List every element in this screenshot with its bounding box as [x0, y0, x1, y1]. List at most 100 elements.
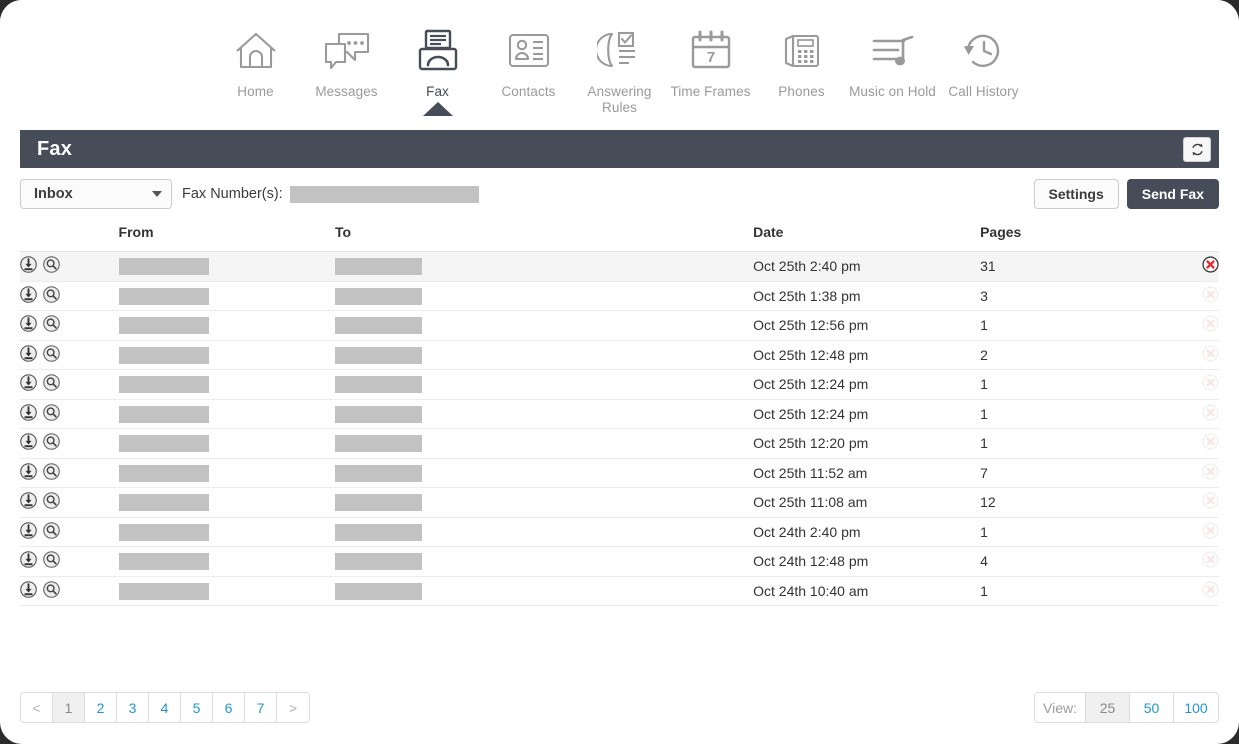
nav-item-fax[interactable]: Fax — [392, 24, 483, 100]
pagination-page-3[interactable]: 3 — [117, 693, 149, 722]
pagination-page-2[interactable]: 2 — [85, 693, 117, 722]
table-row[interactable]: Oct 24th 2:40 pm 1 — [20, 517, 1219, 547]
cell-date: Oct 25th 12:48 pm — [753, 340, 980, 370]
refresh-icon — [1190, 142, 1205, 157]
table-row[interactable]: Oct 24th 12:48 pm 4 — [20, 547, 1219, 577]
cell-date: Oct 24th 12:48 pm — [753, 547, 980, 577]
download-fax-button[interactable] — [20, 463, 37, 483]
nav-item-messages[interactable]: Messages — [301, 24, 392, 100]
pagination-next[interactable]: > — [277, 693, 309, 722]
view-fax-button[interactable] — [43, 256, 60, 276]
cell-pages: 4 — [980, 547, 1129, 577]
delete-icon — [1202, 345, 1219, 362]
table-row[interactable]: Oct 25th 11:52 am 7 — [20, 458, 1219, 488]
view-fax-button[interactable] — [43, 492, 60, 512]
delete-fax-button[interactable] — [1202, 286, 1219, 306]
cell-delete — [1129, 370, 1219, 400]
delete-fax-button[interactable] — [1202, 315, 1219, 335]
to-value-redacted — [335, 317, 422, 334]
view-fax-button[interactable] — [43, 374, 60, 394]
pagination-page-4[interactable]: 4 — [149, 693, 181, 722]
cell-pages: 1 — [980, 370, 1129, 400]
from-value-redacted — [119, 583, 209, 600]
table-row[interactable]: Oct 25th 12:24 pm 1 — [20, 399, 1219, 429]
download-fax-button[interactable] — [20, 374, 37, 394]
download-icon — [20, 581, 37, 598]
download-fax-button[interactable] — [20, 404, 37, 424]
download-fax-button[interactable] — [20, 345, 37, 365]
download-fax-button[interactable] — [20, 433, 37, 453]
view-fax-button[interactable] — [43, 522, 60, 542]
pagination-page-5[interactable]: 5 — [181, 693, 213, 722]
view-option-25: 25 — [1086, 693, 1130, 722]
table-row[interactable]: Oct 25th 11:08 am 12 — [20, 488, 1219, 518]
send-fax-button[interactable]: Send Fax — [1127, 179, 1219, 209]
delete-fax-button[interactable] — [1202, 433, 1219, 453]
view-fax-button[interactable] — [43, 315, 60, 335]
nav-item-time-frames[interactable]: 7Time Frames — [665, 24, 756, 100]
delete-fax-button[interactable] — [1202, 256, 1219, 276]
download-fax-button[interactable] — [20, 315, 37, 335]
download-fax-button[interactable] — [20, 522, 37, 542]
download-fax-button[interactable] — [20, 286, 37, 306]
cell-date: Oct 25th 2:40 pm — [753, 252, 980, 282]
view-fax-button[interactable] — [43, 463, 60, 483]
nav-item-contacts[interactable]: Contacts — [483, 24, 574, 100]
view-fax-button[interactable] — [43, 286, 60, 306]
from-value-redacted — [119, 553, 209, 570]
view-fax-button[interactable] — [43, 345, 60, 365]
folder-select[interactable]: Inbox — [20, 179, 172, 209]
table-row[interactable]: Oct 25th 12:20 pm 1 — [20, 429, 1219, 459]
table-row[interactable]: Oct 25th 12:48 pm 2 — [20, 340, 1219, 370]
folder-select-value: Inbox — [34, 186, 73, 202]
download-fax-button[interactable] — [20, 256, 37, 276]
nav-item-call-history[interactable]: Call History — [938, 24, 1029, 100]
pagination-page-7[interactable]: 7 — [245, 693, 277, 722]
delete-icon — [1202, 433, 1219, 450]
table-row[interactable]: Oct 25th 1:38 pm 3 — [20, 281, 1219, 311]
cell-to — [335, 340, 753, 370]
view-option-100[interactable]: 100 — [1174, 693, 1218, 722]
delete-fax-button[interactable] — [1202, 551, 1219, 571]
view-option-50[interactable]: 50 — [1130, 693, 1174, 722]
view-fax-button[interactable] — [43, 581, 60, 601]
cell-to — [335, 429, 753, 459]
refresh-button[interactable] — [1183, 137, 1211, 162]
view-fax-button[interactable] — [43, 551, 60, 571]
pagination-page-6[interactable]: 6 — [213, 693, 245, 722]
download-fax-button[interactable] — [20, 492, 37, 512]
settings-button[interactable]: Settings — [1034, 179, 1119, 209]
view-fax-button[interactable] — [43, 433, 60, 453]
download-fax-button[interactable] — [20, 551, 37, 571]
nav-item-music-on-hold[interactable]: Music on Hold — [847, 24, 938, 100]
cell-date: Oct 25th 1:38 pm — [753, 281, 980, 311]
nav-item-answering-rules[interactable]: Answering Rules — [574, 24, 665, 116]
download-fax-button[interactable] — [20, 581, 37, 601]
delete-fax-button[interactable] — [1202, 345, 1219, 365]
cell-delete — [1129, 458, 1219, 488]
table-row[interactable]: Oct 24th 10:40 am 1 — [20, 576, 1219, 606]
nav-item-home[interactable]: Home — [210, 24, 301, 100]
cell-date: Oct 25th 12:56 pm — [753, 311, 980, 341]
delete-fax-button[interactable] — [1202, 522, 1219, 542]
delete-fax-button[interactable] — [1202, 374, 1219, 394]
delete-fax-button[interactable] — [1202, 404, 1219, 424]
download-icon — [20, 551, 37, 568]
view-fax-button[interactable] — [43, 404, 60, 424]
nav-item-phones[interactable]: Phones — [756, 24, 847, 100]
pagination-prev[interactable]: < — [21, 693, 53, 722]
search-icon — [43, 522, 60, 539]
delete-fax-button[interactable] — [1202, 581, 1219, 601]
delete-fax-button[interactable] — [1202, 492, 1219, 512]
row-actions-cell — [20, 311, 119, 341]
fax-table: From To Date Pages Oct 25th 2:40 pm 31 — [20, 224, 1219, 606]
delete-fax-button[interactable] — [1202, 463, 1219, 483]
cell-to — [335, 370, 753, 400]
table-row[interactable]: Oct 25th 12:56 pm 1 — [20, 311, 1219, 341]
nav-item-label: Call History — [948, 84, 1018, 100]
table-row[interactable]: Oct 25th 2:40 pm 31 — [20, 252, 1219, 282]
to-value-redacted — [335, 376, 422, 393]
table-row[interactable]: Oct 25th 12:24 pm 1 — [20, 370, 1219, 400]
time-frames-icon: 7 — [689, 24, 733, 78]
cell-to — [335, 547, 753, 577]
